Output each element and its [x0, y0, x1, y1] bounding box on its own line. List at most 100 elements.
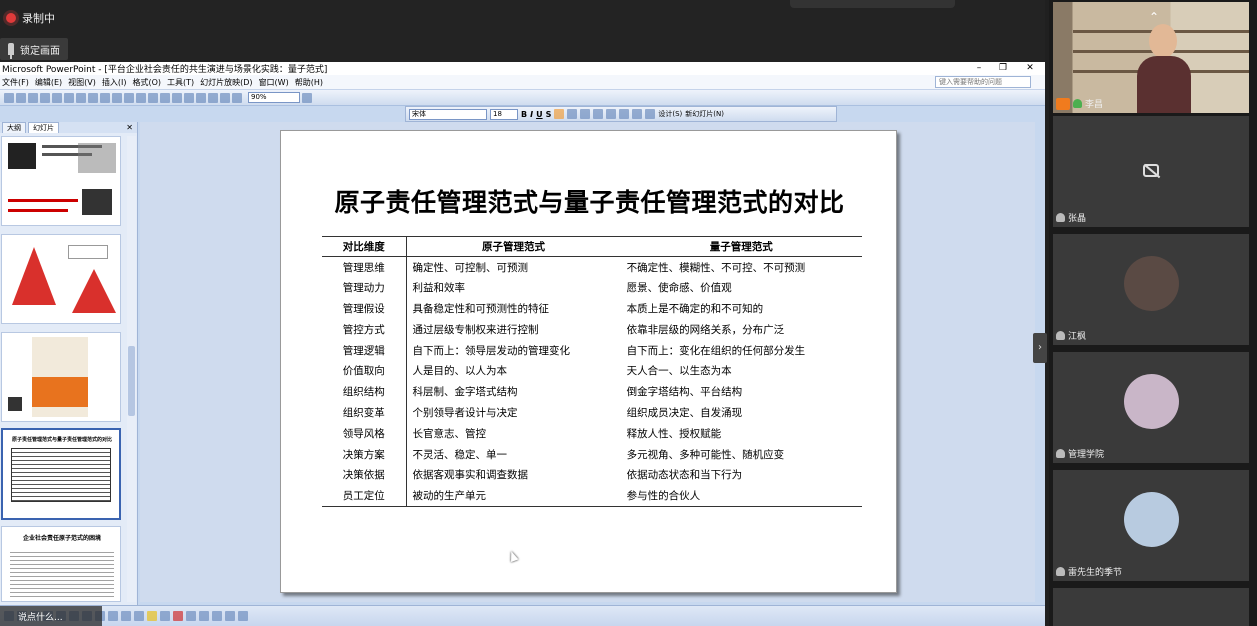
- align-center-icon[interactable]: [567, 109, 578, 119]
- font-name-select[interactable]: 宋体: [409, 108, 487, 120]
- menu-insert[interactable]: 插入(I): [102, 77, 127, 88]
- redo-icon[interactable]: [172, 92, 182, 103]
- format-painter-icon[interactable]: [148, 92, 158, 103]
- dimension-cell: 管理思维: [322, 256, 407, 278]
- copy-icon[interactable]: [124, 92, 134, 103]
- print-icon[interactable]: [64, 92, 74, 103]
- table-row: 领导风格 长官意志、管控 释放人性、授权赋能: [322, 422, 862, 444]
- thumbnail-scroll-thumb[interactable]: [128, 346, 135, 416]
- help-icon[interactable]: [302, 92, 312, 103]
- 3d-style-icon[interactable]: [238, 611, 248, 621]
- screen-share-control-bar[interactable]: [790, 0, 955, 8]
- slide-thumb-5[interactable]: 企业社会责任原子范式的困境: [1, 526, 121, 602]
- open-icon[interactable]: [16, 92, 26, 103]
- table-icon[interactable]: [196, 92, 206, 103]
- bullets-icon[interactable]: [606, 109, 617, 119]
- undo-icon[interactable]: [160, 92, 170, 103]
- design-button[interactable]: 设计(S): [658, 109, 682, 119]
- help-search-input[interactable]: 键入需要帮助的问题: [935, 76, 1031, 88]
- shadow-button[interactable]: S: [546, 110, 552, 119]
- slide-title: 原子责任管理范式与量子责任管理范式的对比: [334, 188, 845, 217]
- atomic-cell: 不灵活、稳定、单一: [412, 448, 508, 461]
- quantum-cell: 愿景、使命感、价值观: [626, 282, 732, 295]
- chevron-up-icon[interactable]: ⌃: [1149, 10, 1159, 24]
- panel-close-icon[interactable]: ✕: [126, 122, 133, 133]
- table-row: 组织变革 个别领导者设计与决定 组织成员决定、自发涌现: [322, 402, 862, 423]
- menu-tools[interactable]: 工具(T): [167, 77, 194, 88]
- thumbnail-scrollbar[interactable]: [127, 136, 136, 602]
- new-icon[interactable]: [4, 92, 14, 103]
- increase-font-icon[interactable]: [619, 109, 630, 119]
- menu-bar: 文件(F) 编辑(E) 视图(V) 插入(I) 格式(O) 工具(T) 幻灯片放…: [0, 75, 1045, 90]
- email-icon[interactable]: [52, 92, 62, 103]
- menu-view[interactable]: 视图(V): [68, 77, 96, 88]
- current-slide[interactable]: 原子责任管理范式与量子责任管理范式的对比 对比维度 原子管理范式 量子管理范式 …: [280, 130, 897, 593]
- tab-outline[interactable]: 大纲: [2, 122, 26, 133]
- participant-tile-3[interactable]: 江枫: [1053, 234, 1249, 345]
- participant-tile-1[interactable]: ⌃ 李昌: [1053, 2, 1249, 113]
- font-color-draw-icon[interactable]: [173, 611, 183, 621]
- spelling-icon[interactable]: [88, 92, 98, 103]
- research-icon[interactable]: [100, 92, 110, 103]
- slide-thumb-1[interactable]: [1, 136, 121, 226]
- decrease-font-icon[interactable]: [632, 109, 643, 119]
- menu-file[interactable]: 文件(F): [2, 77, 29, 88]
- pin-view-button[interactable]: 锁定画面: [0, 38, 68, 60]
- align-left-icon[interactable]: [554, 109, 565, 119]
- diagram-icon[interactable]: [108, 611, 118, 621]
- slide-thumb-4[interactable]: 原子责任管理范式与量子责任管理范式的对比: [1, 428, 121, 520]
- quantum-cell: 倒金字塔结构、平台结构: [626, 386, 743, 399]
- dimension-cell: 员工定位: [322, 485, 407, 507]
- tab-slides[interactable]: 幻灯片: [28, 122, 59, 133]
- italic-button[interactable]: I: [530, 110, 533, 119]
- meeting-top-bar: 录制中 锁定画面: [0, 0, 1045, 64]
- new-slide-button[interactable]: 新幻灯片(N): [685, 109, 724, 119]
- preview-icon[interactable]: [76, 92, 86, 103]
- grid-icon[interactable]: [220, 92, 230, 103]
- arrow-style-icon[interactable]: [212, 611, 222, 621]
- line-color-icon[interactable]: [160, 611, 170, 621]
- recording-indicator[interactable]: 录制中: [6, 10, 55, 26]
- color-grayscale-icon[interactable]: [232, 92, 242, 103]
- minimize-button[interactable]: –: [967, 62, 991, 75]
- menu-slideshow[interactable]: 幻灯片放映(D): [200, 77, 252, 88]
- participant-tile-4[interactable]: 管理学院: [1053, 352, 1249, 463]
- restore-button[interactable]: ❐: [991, 62, 1015, 75]
- menu-edit[interactable]: 编辑(E): [35, 77, 62, 88]
- picture-icon[interactable]: [134, 611, 144, 621]
- slide-thumb-3[interactable]: [1, 332, 121, 422]
- bold-button[interactable]: B: [521, 110, 527, 119]
- tables-borders-icon[interactable]: [208, 92, 218, 103]
- cut-icon[interactable]: [112, 92, 122, 103]
- permission-icon[interactable]: [40, 92, 50, 103]
- table-row: 员工定位 被动的生产单元 参与性的合伙人: [322, 485, 862, 507]
- close-button[interactable]: ✕: [1015, 62, 1045, 75]
- slide-thumb-2[interactable]: [1, 234, 121, 324]
- menu-window[interactable]: 窗口(W): [259, 77, 289, 88]
- participant-tile-5[interactable]: 雷先生的季节: [1053, 470, 1249, 581]
- zoom-select[interactable]: 90%: [248, 92, 300, 103]
- numbering-icon[interactable]: [593, 109, 604, 119]
- font-size-select[interactable]: 18: [490, 108, 518, 120]
- participant-name: 李昌: [1085, 100, 1104, 110]
- underline-button[interactable]: U: [536, 110, 543, 119]
- shadow-style-icon[interactable]: [225, 611, 235, 621]
- participant-tile-6[interactable]: [1053, 588, 1249, 626]
- fill-color-icon[interactable]: [147, 611, 157, 621]
- menu-format[interactable]: 格式(O): [132, 77, 161, 88]
- paste-icon[interactable]: [136, 92, 146, 103]
- pin-icon: [8, 43, 14, 59]
- atomic-cell: 自下而上：领导层发动的管理变化: [412, 344, 571, 357]
- clipart-icon[interactable]: [121, 611, 131, 621]
- header-quantum: 量子管理范式: [620, 236, 862, 257]
- chat-input[interactable]: 说点什么...: [0, 606, 102, 626]
- chart-icon[interactable]: [184, 92, 194, 103]
- save-icon[interactable]: [28, 92, 38, 103]
- menu-help[interactable]: 帮助(H): [295, 77, 323, 88]
- align-right-icon[interactable]: [580, 109, 591, 119]
- line-style-icon[interactable]: [186, 611, 196, 621]
- participant-tile-2[interactable]: 张晶: [1053, 116, 1249, 227]
- font-color-icon[interactable]: [645, 109, 656, 119]
- dash-style-icon[interactable]: [199, 611, 209, 621]
- collapse-panel-button[interactable]: ›: [1033, 333, 1047, 363]
